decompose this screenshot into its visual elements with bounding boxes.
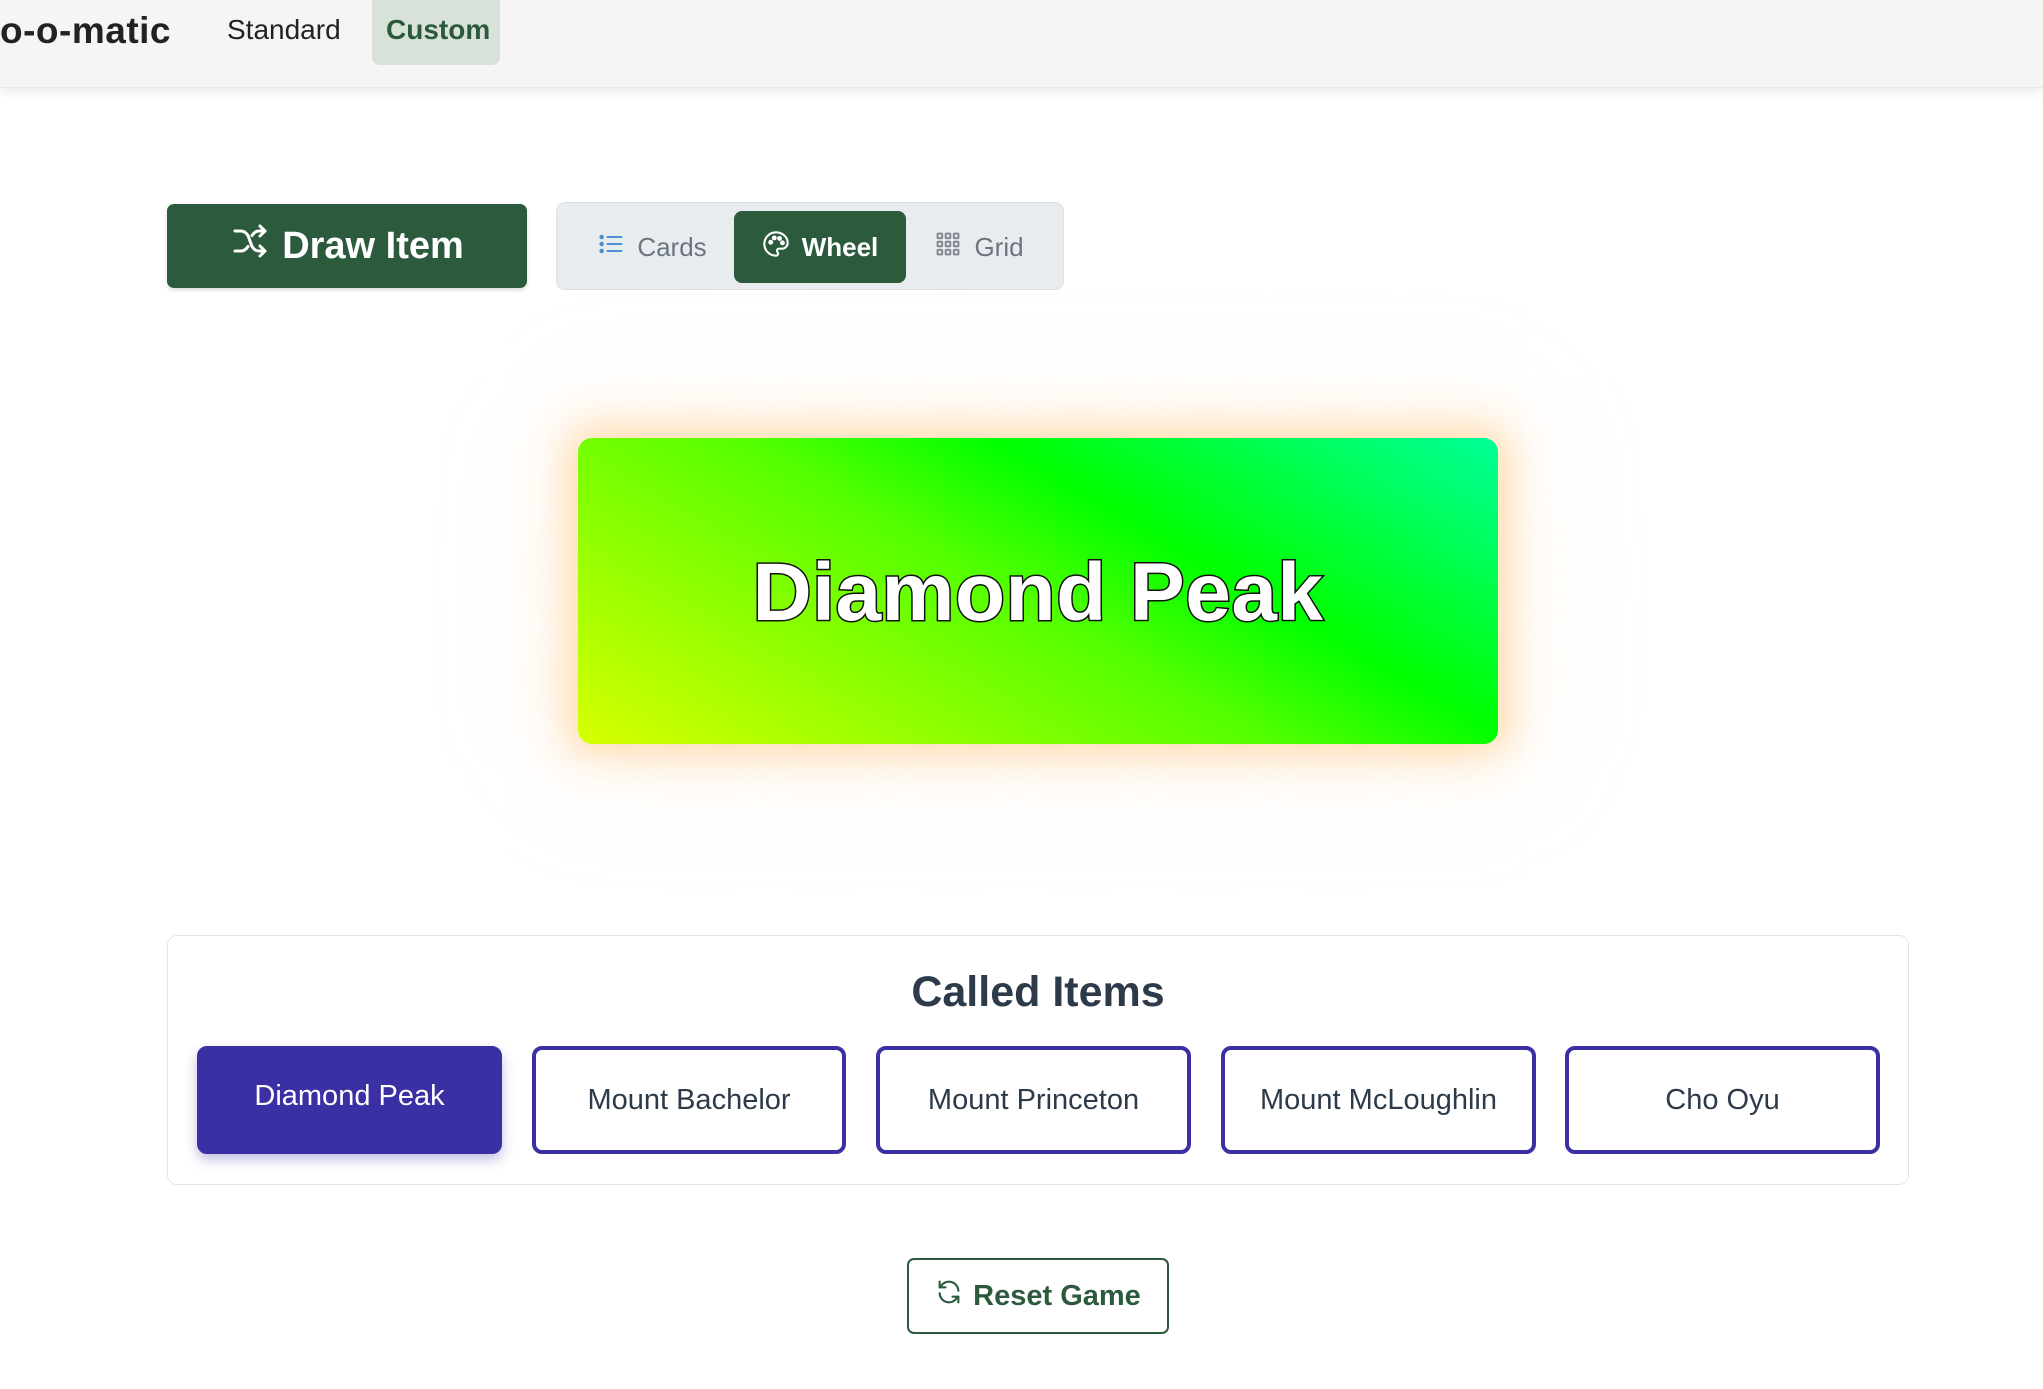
app-brand[interactable]: o-o-matic — [0, 10, 171, 52]
view-option-wheel[interactable]: Wheel — [734, 211, 906, 283]
top-navbar: o-o-matic Standard Custom — [0, 0, 2043, 88]
nav-link-standard[interactable]: Standard — [213, 0, 355, 65]
view-option-cards-label: Cards — [637, 231, 707, 262]
view-option-cards[interactable]: Cards — [587, 211, 717, 283]
view-option-wheel-label: Wheel — [801, 231, 879, 262]
view-option-grid[interactable]: Grid — [919, 211, 1039, 283]
called-item-mount-bachelor[interactable]: Mount Bachelor — [532, 1046, 846, 1154]
view-mode-toggle: Cards Wheel Grid — [556, 202, 1064, 290]
called-item-mount-princeton[interactable]: Mount Princeton — [876, 1046, 1191, 1154]
nav-link-custom[interactable]: Custom — [372, 0, 500, 65]
called-items-title: Called Items — [911, 968, 1165, 1016]
draw-item-button[interactable]: Draw Item — [167, 204, 527, 288]
grid-icon — [934, 230, 962, 265]
reset-game-label: Reset Game — [973, 1279, 1141, 1312]
called-item-diamond-peak[interactable]: Diamond Peak — [197, 1046, 502, 1154]
current-item-text: Diamond Peak — [751, 546, 1325, 640]
called-item-mount-mcloughlin[interactable]: Mount McLoughlin — [1221, 1046, 1536, 1154]
palette-icon — [762, 230, 790, 265]
view-option-grid-label: Grid — [974, 231, 1024, 262]
reset-game-button[interactable]: Reset Game — [907, 1258, 1169, 1334]
shuffle-icon — [230, 221, 270, 271]
refresh-icon — [935, 1278, 963, 1314]
called-items-panel: Called Items Diamond Peak Mount Bachelor… — [167, 935, 1909, 1185]
draw-item-label: Draw Item — [282, 224, 464, 267]
current-item-card: Diamond Peak — [578, 438, 1498, 744]
list-icon — [597, 230, 625, 265]
called-item-cho-oyu[interactable]: Cho Oyu — [1565, 1046, 1880, 1154]
